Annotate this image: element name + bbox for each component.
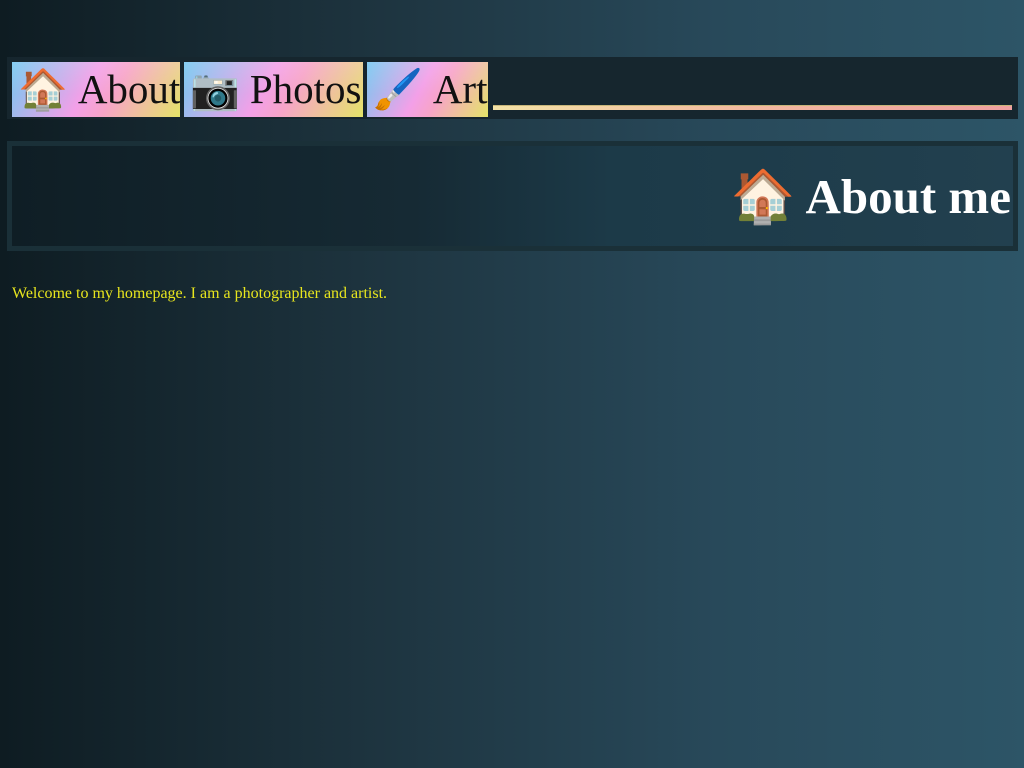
- tab-photos[interactable]: 📷 Photos: [184, 62, 363, 117]
- house-icon: 🏠: [18, 66, 68, 113]
- nav-divider: [493, 105, 1012, 110]
- tab-label-photos: Photos: [249, 66, 362, 112]
- tab-art[interactable]: 🖌️ Art: [367, 62, 488, 117]
- tab-label-about: About: [77, 66, 180, 112]
- page-header: 🏠 About me: [7, 141, 1018, 251]
- page-title-text: About me: [805, 168, 1011, 224]
- intro-text: Welcome to my homepage. I am a photograp…: [12, 285, 388, 302]
- camera-icon: 📷: [190, 66, 240, 113]
- tab-label-art: Art: [432, 66, 488, 112]
- tab-about[interactable]: 🏠 About: [12, 62, 180, 117]
- nav-bar: 🏠 About 📷 Photos 🖌️ Art: [7, 57, 1018, 119]
- header-inner: 🏠 About me: [12, 146, 1013, 246]
- page-title: 🏠 About me: [731, 166, 1011, 227]
- paintbrush-icon: 🖌️: [373, 66, 423, 113]
- house-icon: 🏠: [730, 166, 796, 227]
